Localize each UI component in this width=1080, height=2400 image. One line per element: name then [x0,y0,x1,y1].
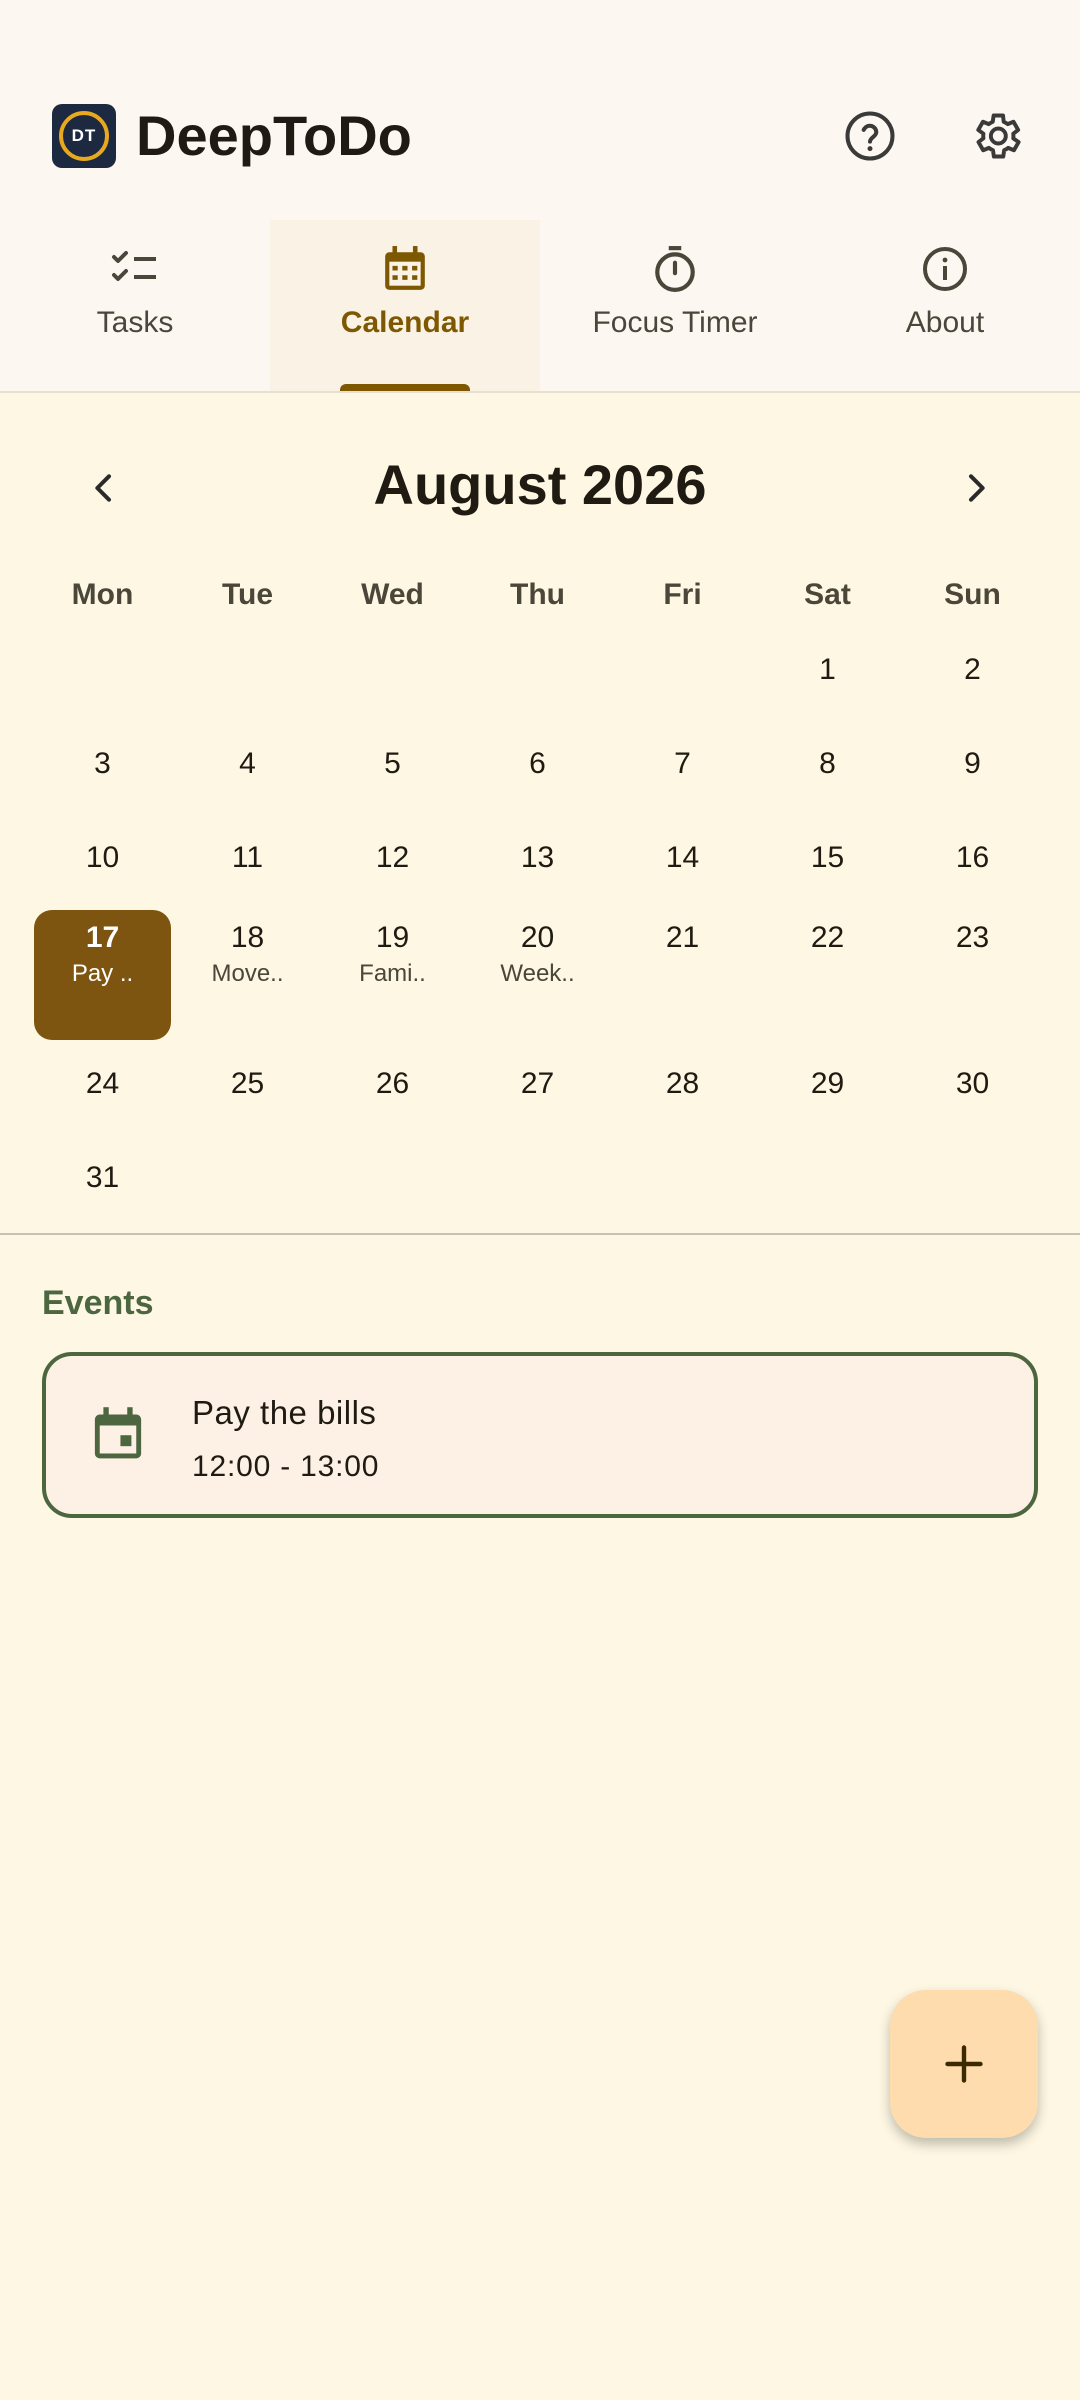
calendar-day[interactable]: 10 [30,838,175,878]
day-number: 25 [230,1067,265,1100]
day-number: 18 [230,921,265,954]
event-card[interactable]: Pay the bills 12:00 - 13:00 [42,1352,1038,1518]
calendar-day[interactable]: 20 Week.. [465,910,610,988]
calendar-day[interactable]: 19 Fami.. [320,910,465,988]
calendar-day[interactable]: 21 [610,910,755,958]
calendar-day[interactable]: 26 [320,1064,465,1104]
calendar-day[interactable]: 9 [900,744,1045,784]
calendar-day[interactable]: 6 [465,744,610,784]
day-number: 12 [375,841,410,874]
day-number: 16 [955,841,990,874]
calendar-day[interactable]: 18 Move.. [175,910,320,988]
day-number: 10 [85,841,120,874]
event-title: Pay the bills [192,1394,377,1431]
calendar-day[interactable]: 23 [900,910,1045,958]
calendar-day[interactable]: 14 [610,838,755,878]
day-number: 8 [819,747,836,780]
calendar-day[interactable]: 22 [755,910,900,958]
plus-icon [945,2045,983,2083]
calendar-day[interactable]: 29 [755,1064,900,1104]
day-number: 13 [520,841,555,874]
day-number: 26 [375,1067,410,1100]
day-number: 9 [964,747,981,780]
calendar-day[interactable]: 5 [320,744,465,784]
event-time: 12:00 - 13:00 [192,1450,380,1483]
calendar-day[interactable]: 3 [30,744,175,784]
calendar-day[interactable]: 12 [320,838,465,878]
calendar-day[interactable]: 31 [30,1158,175,1198]
day-event-preview: Pay .. [71,960,134,987]
day-number: 11 [231,841,264,874]
day-event-preview: Fami.. [359,960,426,987]
calendar-day-selected[interactable]: 17 Pay .. [34,910,171,1040]
day-number: 4 [239,747,256,780]
day-number: 1 [819,653,836,686]
calendar-day[interactable]: 28 [610,1064,755,1104]
day-number: 7 [674,747,691,780]
calendar-day[interactable]: 30 [900,1064,1045,1104]
day-number: 28 [665,1067,700,1100]
calendar-grid: 1 2 3 4 5 6 7 8 9 10 11 12 13 14 15 16 17 Pay .. 18 Move.. 1… [30,0,1050,1230]
day-number: 20 [520,921,555,954]
calendar-day[interactable]: 15 [755,838,900,878]
day-number: 31 [85,1161,120,1194]
calendar-divider [0,1233,1080,1235]
calendar-day[interactable]: 24 [30,1064,175,1104]
day-number: 17 [85,921,120,954]
calendar-day[interactable]: 16 [900,838,1045,878]
day-number: 3 [94,747,111,780]
day-number: 2 [964,653,981,686]
event-calendar-icon [86,1402,150,1466]
add-event-button[interactable] [890,1990,1038,2138]
day-number: 19 [375,921,410,954]
calendar-day[interactable]: 8 [755,744,900,784]
day-number: 30 [955,1067,990,1100]
day-number: 23 [955,921,990,954]
day-number: 22 [810,921,845,954]
day-number: 24 [85,1067,120,1100]
day-number: 15 [810,841,845,874]
day-event-preview: Week.. [500,960,575,987]
calendar-day[interactable]: 4 [175,744,320,784]
calendar-day[interactable]: 25 [175,1064,320,1104]
calendar-day[interactable]: 1 [755,650,900,690]
calendar-day[interactable]: 11 [175,838,320,878]
day-number: 14 [665,841,700,874]
day-number: 29 [810,1067,845,1100]
day-event-preview: Move.. [211,960,284,987]
calendar-day[interactable]: 13 [465,838,610,878]
day-number: 6 [529,747,546,780]
day-number: 27 [520,1067,555,1100]
day-number: 5 [384,747,401,780]
calendar-day[interactable]: 7 [610,744,755,784]
calendar-day[interactable]: 27 [465,1064,610,1104]
calendar-day[interactable]: 2 [900,650,1045,690]
day-number: 21 [665,921,700,954]
events-heading: Events [42,1284,154,1322]
